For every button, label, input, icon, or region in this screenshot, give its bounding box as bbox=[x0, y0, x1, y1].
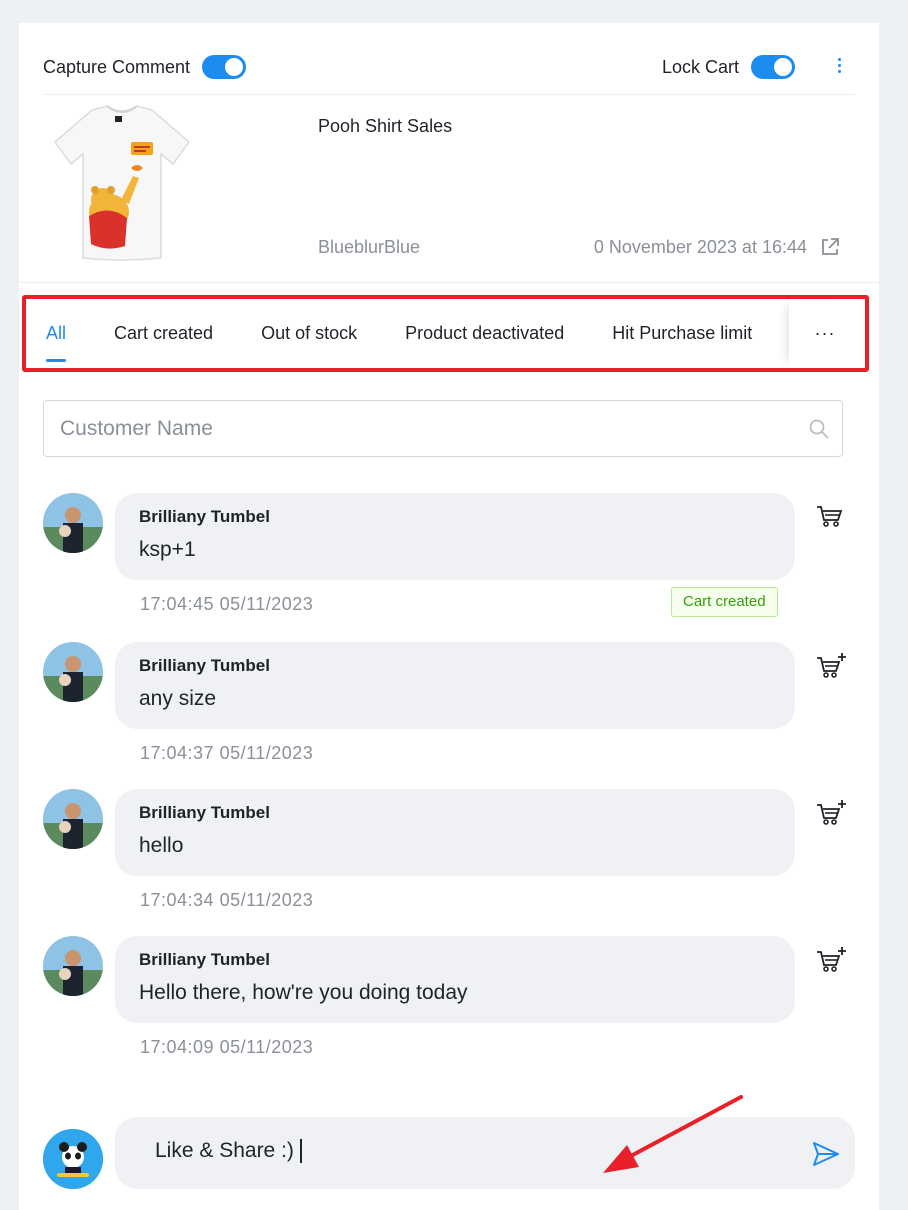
post-date: 0 November 2023 at 16:44 bbox=[593, 237, 807, 257]
more-options-icon[interactable] bbox=[829, 53, 849, 77]
live-comments-panel: Capture Comment Lock Cart Pooh Shirt Sal… bbox=[19, 23, 879, 1210]
external-link-icon[interactable] bbox=[819, 236, 841, 258]
product-card: Pooh Shirt Sales BlueblurBlue 0 November… bbox=[43, 96, 855, 282]
capture-comment-toggle[interactable] bbox=[202, 55, 247, 79]
cart-icon[interactable] bbox=[815, 503, 847, 529]
tab-out-of-stock[interactable]: Out of stock bbox=[261, 299, 357, 368]
add-to-cart-icon[interactable] bbox=[815, 799, 847, 825]
comment-time: 17:04:37 05/11/2023 bbox=[140, 743, 314, 763]
comment-author: Brilliany Tumbel bbox=[139, 656, 270, 675]
seller-name: BlueblurBlue bbox=[318, 237, 421, 257]
text-caret bbox=[299, 1139, 302, 1164]
product-name: Pooh Shirt Sales bbox=[318, 116, 453, 136]
add-to-cart-icon[interactable] bbox=[815, 946, 847, 972]
capture-comment-setting: Capture Comment bbox=[43, 55, 247, 79]
filter-tabs: All Cart created Out of stock Product de… bbox=[46, 299, 785, 368]
tabs-highlight-box: All Cart created Out of stock Product de… bbox=[22, 295, 869, 372]
comment-bubble: Brilliany Tumbel Hello there, how're you… bbox=[115, 936, 795, 1023]
search-icon[interactable] bbox=[808, 418, 830, 440]
comment-text: hello bbox=[139, 834, 184, 857]
lock-cart-toggle[interactable] bbox=[751, 55, 795, 79]
comment-text: any size bbox=[139, 687, 217, 710]
toggle-knob bbox=[225, 58, 244, 76]
comment-author: Brilliany Tumbel bbox=[139, 507, 270, 526]
comment-time: 17:04:09 05/11/2023 bbox=[140, 1037, 314, 1057]
comment-bubble: Brilliany Tumbel any size bbox=[115, 642, 795, 729]
tshirt-image bbox=[53, 105, 191, 261]
avatar bbox=[43, 789, 103, 849]
tab-hit-purchase-limit[interactable]: Hit Purchase limit bbox=[612, 299, 752, 368]
add-to-cart-icon[interactable] bbox=[815, 652, 847, 678]
lock-cart-label: Lock Cart bbox=[661, 56, 739, 77]
avatar bbox=[43, 642, 103, 702]
customer-name-input[interactable] bbox=[44, 401, 784, 456]
divider bbox=[19, 282, 879, 283]
comment-author: Brilliany Tumbel bbox=[139, 803, 270, 822]
avatar bbox=[43, 936, 103, 996]
reply-input-value: Like & Share :) bbox=[155, 1139, 302, 1164]
comment-text: Hello there, how're you doing today bbox=[139, 981, 468, 1004]
capture-comment-label: Capture Comment bbox=[43, 56, 191, 77]
tab-all[interactable]: All bbox=[46, 299, 67, 368]
tab-cart-created[interactable]: Cart created bbox=[114, 299, 213, 368]
avatar bbox=[43, 493, 103, 553]
tabs-more-button[interactable]: ··· bbox=[789, 299, 861, 368]
comment-time: 17:04:45 05/11/2023 bbox=[140, 594, 314, 614]
comment-time: 17:04:34 05/11/2023 bbox=[140, 890, 314, 910]
send-icon[interactable] bbox=[811, 1139, 841, 1169]
toggle-knob bbox=[774, 58, 792, 76]
comment-bubble: Brilliany Tumbel ksp+1 bbox=[115, 493, 795, 580]
annotation-arrow bbox=[603, 1095, 743, 1173]
customer-search bbox=[43, 400, 843, 457]
comment-bubble: Brilliany Tumbel hello bbox=[115, 789, 795, 876]
comment-text: ksp+1 bbox=[139, 538, 196, 561]
settings-bar: Capture Comment Lock Cart bbox=[43, 23, 855, 95]
tab-product-deactivated[interactable]: Product deactivated bbox=[405, 299, 564, 368]
lock-cart-setting: Lock Cart bbox=[662, 55, 795, 79]
comment-author: Brilliany Tumbel bbox=[139, 950, 270, 969]
page-avatar bbox=[43, 1129, 103, 1189]
status-badge: Cart created bbox=[671, 587, 778, 617]
